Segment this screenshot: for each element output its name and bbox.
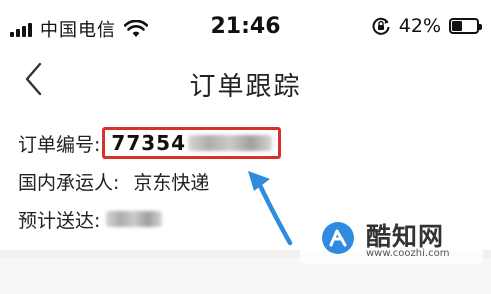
order-number-value[interactable]: 77354 [111,131,186,155]
coozhi-logo-icon [322,222,354,254]
carrier-value: 京东快递 [133,171,210,194]
battery-level [452,21,462,31]
watermark-url: www.coozhi.com [366,248,450,259]
orientation-lock-icon [372,17,390,35]
battery-icon [449,18,482,34]
order-number-highlight: 77354 [102,127,281,159]
battery-percent: 42% [398,15,441,37]
nav-bar: 订单跟踪 [0,52,491,108]
carrier-row: 国内承运人: 京东快递 [18,162,458,200]
carrier-label: 国内承运人: [18,171,120,194]
redacted-eta [106,211,163,227]
order-number-row: 订单编号: 77354 [18,124,458,162]
order-number-label: 订单编号: [18,133,101,156]
eta-label: 预计送达: [18,209,101,232]
page-title: 订单跟踪 [189,72,302,102]
watermark: 酷知网 www.coozhi.com [300,214,483,264]
status-bar: 中国电信 21:46 42% [0,0,491,52]
status-right: 42% [371,15,482,37]
redacted-order-digits [188,135,272,151]
